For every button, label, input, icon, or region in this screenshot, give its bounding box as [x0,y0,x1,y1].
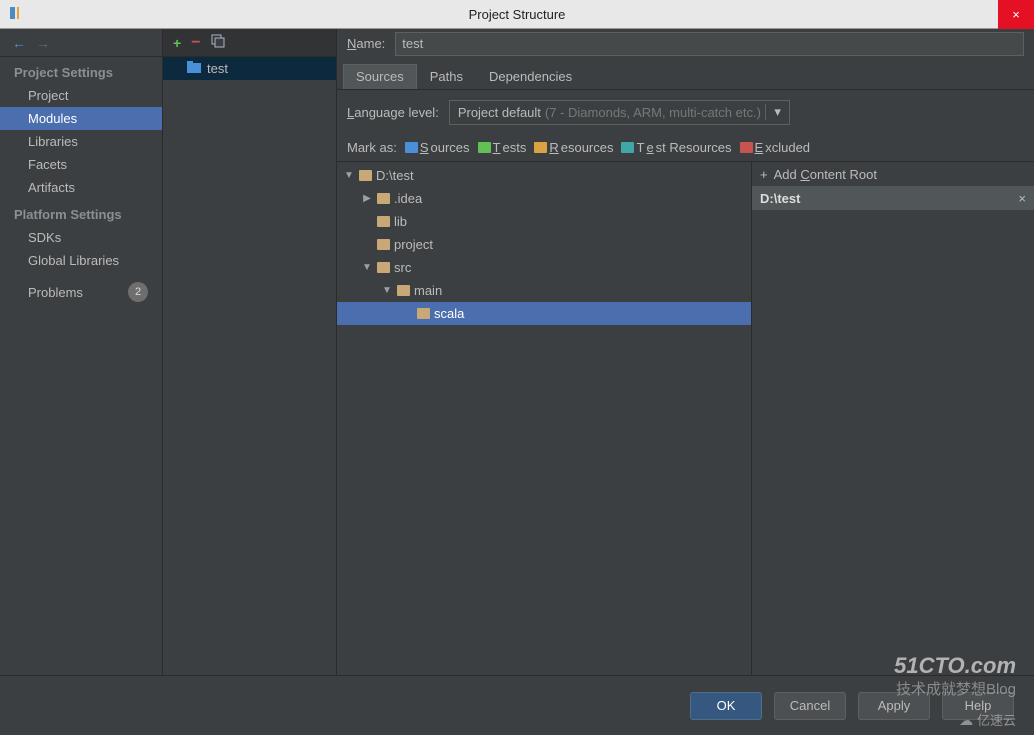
window-title: Project Structure [469,7,566,22]
remove-module-icon[interactable]: − [191,34,200,52]
tree-label: lib [394,214,407,229]
module-name-input[interactable] [395,32,1024,56]
folder-icon [359,170,372,181]
remove-content-root-icon[interactable]: × [1018,191,1026,206]
module-label: test [207,61,228,76]
help-button[interactable]: Help [942,692,1014,720]
problems-label: Problems [28,285,83,300]
folder-icon [377,262,390,273]
language-level-select[interactable]: Project default (7 - Diamonds, ARM, mult… [449,100,790,125]
nav-libraries[interactable]: Libraries [0,130,162,153]
titlebar: Project Structure × [0,0,1034,29]
content-root-path: D:\test [760,191,800,206]
folder-blue-icon [405,142,418,153]
nav-facets[interactable]: Facets [0,153,162,176]
module-toolbar: + − [163,29,336,57]
tree-scala[interactable]: scala [337,302,751,325]
language-level-row: Language level: Project default (7 - Dia… [337,90,1034,134]
name-label: Name: [347,36,385,51]
left-nav: ← → Project Settings Project Modules Lib… [0,29,163,675]
tree-idea[interactable]: ▶ .idea [337,187,751,210]
tree-project[interactable]: project [337,233,751,256]
folder-icon [377,216,390,227]
tab-sources[interactable]: Sources [343,64,417,89]
folder-icon [397,285,410,296]
content-roots-panel: + Add Content Root D:\test × [752,162,1034,675]
nav-project[interactable]: Project [0,84,162,107]
language-level-value: Project default [458,105,541,120]
tree-label: .idea [394,191,422,206]
tree-label: D:\test [376,168,414,183]
project-settings-header: Project Settings [0,57,162,84]
tabs: Sources Paths Dependencies [337,64,1034,90]
add-module-icon[interactable]: + [173,35,181,51]
nav-history: ← → [0,29,162,57]
nav-modules[interactable]: Modules [0,107,162,130]
copy-module-icon[interactable] [211,34,225,51]
content-root-item[interactable]: D:\test × [752,186,1034,210]
tree-label: project [394,237,433,252]
ok-button[interactable]: OK [690,692,762,720]
main-area: ← → Project Settings Project Modules Lib… [0,29,1034,675]
nav-back-icon[interactable]: ← [12,35,26,51]
expander-icon[interactable]: ▼ [343,170,355,181]
mark-excluded[interactable]: Excluded [740,140,810,155]
content-split: ▼ D:\test ▶ .idea lib project [337,161,1034,675]
folder-icon [377,239,390,250]
module-icon [187,61,201,76]
tree-main[interactable]: ▼ main [337,279,751,302]
nav-problems[interactable]: Problems 2 [0,272,162,306]
expander-icon[interactable]: ▶ [361,193,373,204]
mark-resources[interactable]: Resources [534,140,613,155]
folder-tree: ▼ D:\test ▶ .idea lib project [337,162,752,675]
nav-forward-icon[interactable]: → [36,35,50,51]
language-level-label: Language level: [347,105,439,120]
mark-as-row: Mark as: Sources Tests Resources Test Re… [337,134,1034,161]
nav-global-libraries[interactable]: Global Libraries [0,249,162,272]
tab-dependencies[interactable]: Dependencies [476,64,585,89]
tree-root[interactable]: ▼ D:\test [337,164,751,187]
tree-lib[interactable]: lib [337,210,751,233]
tree-label: main [414,283,442,298]
name-row: Name: [337,29,1034,58]
nav-sdks[interactable]: SDKs [0,226,162,249]
problems-count-badge: 2 [128,282,148,302]
mark-as-label: Mark as: [347,140,397,155]
module-details: Name: Sources Paths Dependencies Languag… [337,29,1034,675]
folder-icon [417,308,430,319]
folder-green-icon [478,142,491,153]
tree-label: src [394,260,411,275]
cancel-button[interactable]: Cancel [774,692,846,720]
window-close-button[interactable]: × [998,0,1034,29]
folder-resources-icon [534,142,547,153]
add-content-root-button[interactable]: + Add Content Root [752,162,1034,186]
folder-red-icon [740,142,753,153]
mark-tests[interactable]: Tests [478,140,527,155]
app-icon [8,5,24,24]
tree-label: scala [434,306,464,321]
folder-icon [377,193,390,204]
tab-paths[interactable]: Paths [417,64,476,89]
plus-icon: + [760,167,768,182]
module-item-test[interactable]: test [163,57,336,80]
platform-settings-header: Platform Settings [0,199,162,226]
expander-icon[interactable]: ▼ [381,285,393,296]
tree-src[interactable]: ▼ src [337,256,751,279]
dialog-footer: OK Cancel Apply Help [0,675,1034,735]
expander-icon[interactable]: ▼ [361,262,373,273]
nav-artifacts[interactable]: Artifacts [0,176,162,199]
mark-sources[interactable]: Sources [405,140,470,155]
module-list-panel: + − test [163,29,337,675]
apply-button[interactable]: Apply [858,692,930,720]
mark-test-resources[interactable]: Test Resources [621,140,731,155]
language-level-suffix: (7 - Diamonds, ARM, multi-catch etc.) [545,105,761,120]
folder-test-resources-icon [621,142,634,153]
